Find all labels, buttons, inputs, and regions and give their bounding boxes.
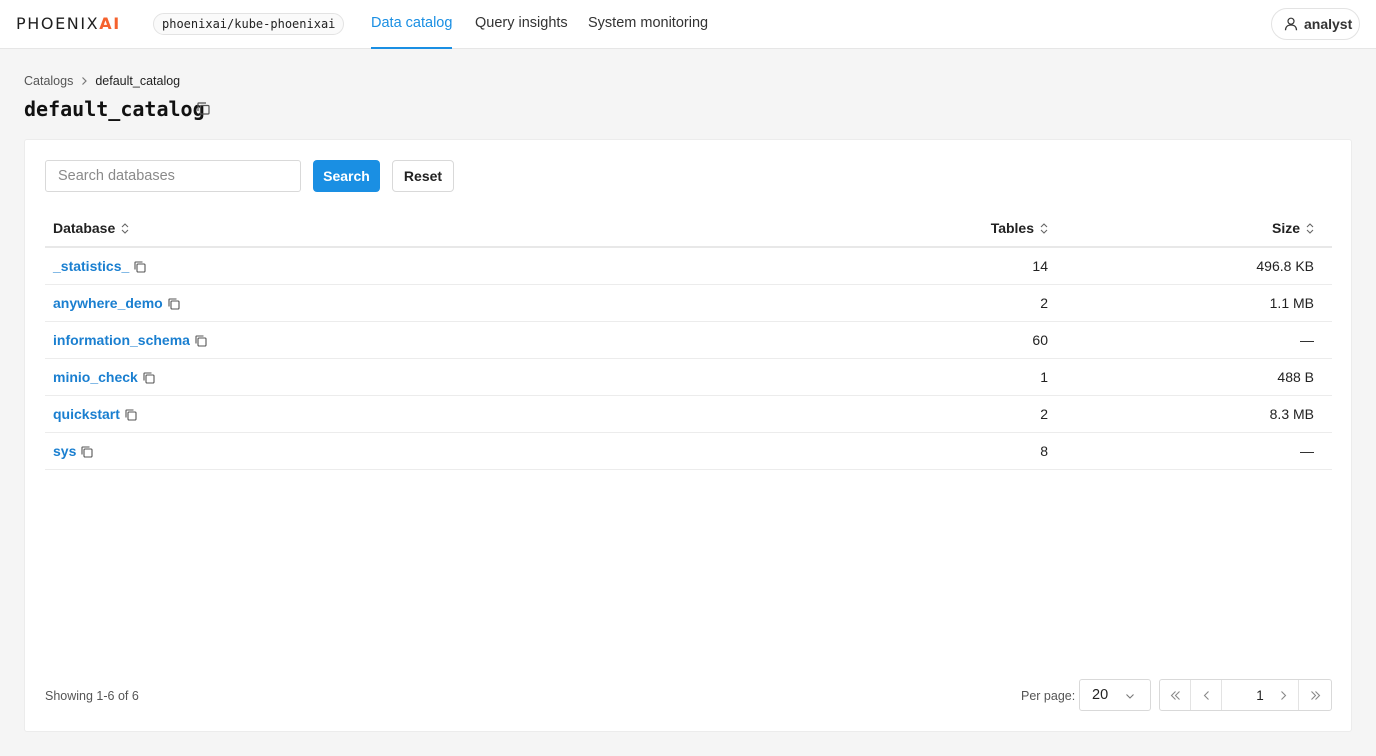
copy-icon[interactable]: [196, 101, 211, 116]
logo-text: PHOENIX: [16, 14, 100, 33]
column-header-database[interactable]: Database: [53, 220, 130, 237]
copy-icon[interactable]: [142, 371, 156, 385]
column-label: Size: [1271, 220, 1300, 236]
pagination: [1159, 679, 1332, 711]
tab-system-monitoring[interactable]: System monitoring: [588, 0, 708, 49]
tables-count: 1: [1040, 369, 1048, 385]
column-label: Database: [53, 220, 116, 236]
showing-count: Showing 1-6 of 6: [45, 689, 139, 703]
chevron-right-icon: [82, 77, 88, 85]
breadcrumb: Catalogs default_catalog: [24, 73, 180, 89]
tab-query-insights[interactable]: Query insights: [475, 0, 568, 49]
table-row: _statistics_ 14 496.8 KB: [45, 248, 1332, 285]
databases-table: Database Tables Size _statistics_ 14 496…: [45, 210, 1332, 470]
chevron-down-icon: [1126, 694, 1134, 699]
database-link[interactable]: minio_check: [53, 369, 138, 385]
database-link[interactable]: information_schema: [53, 332, 190, 348]
first-page-button[interactable]: [1160, 680, 1191, 710]
user-icon: [1284, 17, 1298, 31]
databases-panel: Search Reset Database Tables Size _stati…: [24, 139, 1352, 732]
sort-icon: [1040, 223, 1048, 234]
cluster-badge: phoenixai/kube-phoenixai: [153, 13, 345, 35]
database-size: —: [1300, 443, 1314, 459]
table-row: quickstart 2 8.3 MB: [45, 396, 1332, 433]
sort-icon: [121, 223, 129, 234]
tables-count: 60: [1032, 332, 1048, 348]
database-size: 488 B: [1277, 369, 1314, 385]
last-page-button[interactable]: [1300, 680, 1331, 710]
copy-icon[interactable]: [124, 408, 138, 422]
tables-count: 2: [1040, 295, 1048, 311]
per-page-select[interactable]: 20: [1079, 679, 1151, 711]
column-header-size[interactable]: Size: [1272, 220, 1315, 237]
tables-count: 8: [1040, 443, 1048, 459]
prev-page-icon: [1203, 691, 1209, 700]
table-row: information_schema 60 —: [45, 322, 1332, 359]
database-size: 8.3 MB: [1269, 406, 1314, 422]
database-size: 496.8 KB: [1256, 258, 1314, 274]
table-header: Database Tables Size: [45, 210, 1332, 248]
copy-icon[interactable]: [167, 297, 181, 311]
column-header-tables[interactable]: Tables: [991, 220, 1049, 237]
user-name: analyst: [1304, 16, 1353, 32]
copy-icon[interactable]: [194, 334, 208, 348]
per-page-label: Per page:: [1021, 689, 1076, 703]
breadcrumb-current: default_catalog: [95, 74, 181, 88]
breadcrumb-catalogs-link[interactable]: Catalogs: [24, 74, 73, 88]
table-row: sys 8 —: [45, 433, 1332, 470]
logo[interactable]: PHOENIXAI: [16, 14, 121, 34]
top-navigation-bar: PHOENIXAI phoenixai/kube-phoenixai Data …: [0, 0, 1376, 49]
database-link[interactable]: quickstart: [53, 406, 120, 422]
tables-count: 14: [1032, 258, 1048, 274]
database-size: 1.1 MB: [1269, 295, 1314, 311]
page-title: default_catalog: [24, 97, 205, 121]
reset-button[interactable]: Reset: [392, 160, 454, 192]
per-page-value: 20: [1092, 687, 1109, 703]
prev-page-button[interactable]: [1191, 680, 1222, 710]
next-page-icon: [1281, 691, 1287, 700]
database-size: —: [1300, 332, 1314, 348]
database-link[interactable]: anywhere_demo: [53, 295, 163, 311]
database-link[interactable]: sys: [53, 443, 76, 459]
database-link[interactable]: _statistics_: [53, 258, 129, 274]
copy-icon[interactable]: [80, 445, 94, 459]
user-menu-button[interactable]: analyst: [1271, 8, 1360, 40]
tab-data-catalog[interactable]: Data catalog: [371, 0, 453, 49]
next-page-button[interactable]: [1268, 680, 1299, 710]
copy-icon[interactable]: [133, 260, 147, 274]
search-input[interactable]: [45, 160, 301, 192]
tables-count: 2: [1040, 406, 1048, 422]
search-button[interactable]: Search: [313, 160, 380, 192]
column-label: Tables: [990, 220, 1034, 236]
last-page-icon: [1311, 691, 1321, 700]
first-page-icon: [1170, 691, 1180, 700]
table-row: minio_check 1 488 B: [45, 359, 1332, 396]
logo-accent: AI: [99, 14, 121, 33]
sort-icon: [1306, 223, 1314, 234]
table-row: anywhere_demo 2 1.1 MB: [45, 285, 1332, 322]
